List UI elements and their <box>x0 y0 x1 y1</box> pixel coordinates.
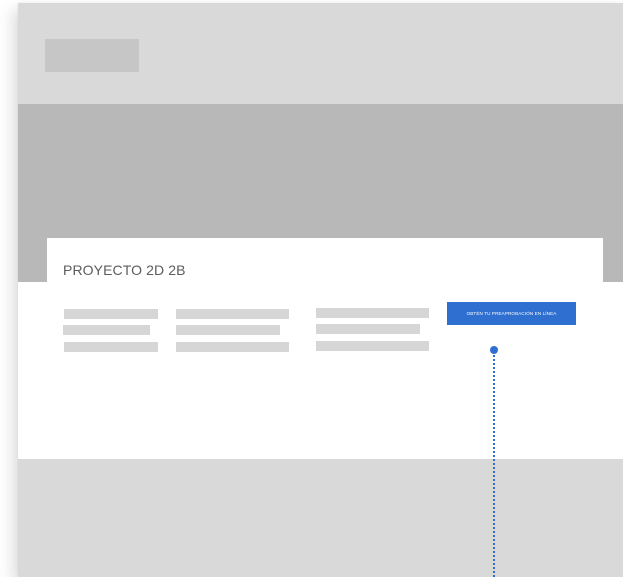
text-placeholder <box>64 309 158 319</box>
text-placeholder <box>63 325 150 335</box>
annotation-dot <box>490 346 498 354</box>
text-placeholder <box>64 342 158 352</box>
page-mockup: PROYECTO 2D 2B OBTÉN TU PREAPROBACIÓN EN… <box>18 3 623 577</box>
text-placeholder <box>316 324 420 334</box>
annotation-connector-line <box>493 355 495 577</box>
text-placeholder <box>176 309 289 319</box>
preapproval-button[interactable]: OBTÉN TU PREAPROBACIÓN EN LÍNEA <box>447 302 576 325</box>
header-bar <box>18 3 623 104</box>
text-placeholder <box>316 308 429 318</box>
project-title: PROYECTO 2D 2B <box>63 262 186 278</box>
text-placeholder <box>316 341 429 351</box>
text-placeholder <box>176 325 280 335</box>
text-placeholder <box>176 342 289 352</box>
footer-area <box>18 459 623 577</box>
logo-placeholder <box>45 39 139 72</box>
